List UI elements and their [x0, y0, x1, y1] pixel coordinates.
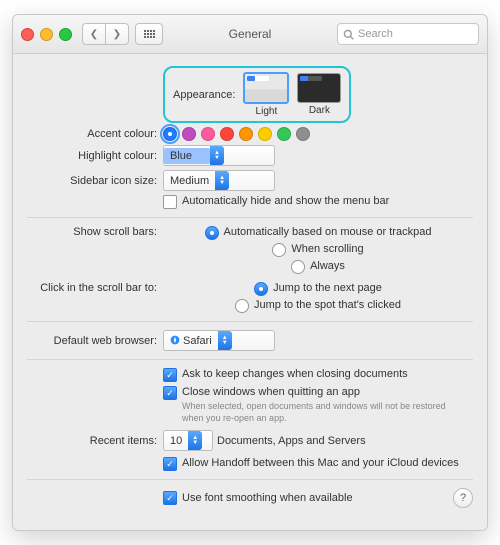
grid-icon	[144, 30, 155, 38]
close-windows-label: Close windows when quitting an app	[182, 386, 462, 398]
appearance-label: Appearance:	[173, 89, 235, 101]
show-all-button[interactable]	[135, 23, 163, 45]
search-input[interactable]: Search	[337, 23, 479, 45]
radio-label: When scrolling	[291, 243, 363, 255]
forward-button[interactable]: ❯	[106, 23, 129, 45]
fontsmoothing-checkbox[interactable]: ✓	[163, 491, 177, 505]
browser-select[interactable]: Safari ▲▼	[163, 330, 275, 351]
zoom-icon[interactable]	[59, 28, 72, 41]
recent-suffix: Documents, Apps and Servers	[217, 435, 366, 447]
accent-swatch[interactable]	[258, 127, 272, 141]
appearance-light[interactable]: Light	[243, 72, 289, 117]
accent-swatches	[163, 127, 310, 141]
appearance-highlight: Appearance: Light Dark	[163, 66, 351, 123]
sidebar-label: Sidebar icon size:	[27, 175, 163, 187]
scrollbars-group: Automatically based on mouse or trackpad…	[163, 226, 473, 274]
chevron-updown-icon: ▲▼	[215, 171, 229, 190]
scrollbars-label: Show scroll bars:	[27, 226, 163, 238]
menubar-label: Automatically hide and show the menu bar	[182, 195, 389, 207]
highlight-select[interactable]: Blue ▲▼	[163, 145, 275, 166]
radio-label: Jump to the spot that's clicked	[254, 299, 401, 311]
recent-value: 10	[164, 435, 188, 447]
radio-label: Jump to the next page	[273, 282, 382, 294]
ask-changes-label: Ask to keep changes when closing documen…	[182, 368, 408, 380]
radio-label: Always	[310, 260, 345, 272]
accent-swatch[interactable]	[201, 127, 215, 141]
back-button[interactable]: ❮	[82, 23, 106, 45]
recent-items-select[interactable]: 10 ▲▼	[163, 430, 213, 451]
search-placeholder: Search	[358, 28, 393, 40]
accent-swatch[interactable]	[182, 127, 196, 141]
minimize-icon[interactable]	[40, 28, 53, 41]
handoff-checkbox[interactable]: ✓	[163, 457, 177, 471]
close-windows-hint: When selected, open documents and window…	[182, 401, 462, 424]
safari-icon	[170, 335, 180, 345]
chevron-updown-icon: ▲▼	[210, 146, 224, 165]
general-prefs-window: ❮ ❯ General Search Appearance: Light	[12, 14, 488, 531]
scrollclick-label: Click in the scroll bar to:	[27, 282, 163, 294]
accent-label: Accent colour:	[27, 128, 163, 140]
titlebar: ❮ ❯ General Search	[13, 15, 487, 54]
sidebar-value: Medium	[164, 175, 215, 187]
close-windows-checkbox[interactable]: ✓	[163, 386, 177, 400]
radio-button[interactable]	[272, 243, 286, 257]
menubar-checkbox[interactable]	[163, 195, 177, 209]
appearance-dark-label: Dark	[309, 105, 330, 116]
handoff-label: Allow Handoff between this Mac and your …	[182, 457, 459, 469]
chevron-updown-icon: ▲▼	[218, 331, 232, 350]
dark-thumb-icon	[297, 73, 341, 103]
accent-swatch[interactable]	[163, 127, 177, 141]
window-controls	[21, 28, 72, 41]
recent-label: Recent items:	[27, 435, 163, 447]
accent-swatch[interactable]	[220, 127, 234, 141]
ask-changes-checkbox[interactable]: ✓	[163, 368, 177, 382]
help-button[interactable]: ?	[453, 488, 473, 508]
accent-swatch[interactable]	[277, 127, 291, 141]
highlight-value: Blue	[164, 148, 210, 164]
fontsmoothing-label: Use font smoothing when available	[182, 492, 353, 504]
radio-button[interactable]	[254, 282, 268, 296]
light-thumb-icon	[243, 72, 289, 104]
browser-label: Default web browser:	[27, 335, 163, 347]
highlight-label: Highlight colour:	[27, 150, 163, 162]
accent-swatch[interactable]	[239, 127, 253, 141]
chevron-updown-icon: ▲▼	[188, 431, 202, 450]
search-icon	[343, 29, 354, 40]
accent-swatch[interactable]	[296, 127, 310, 141]
scrollclick-group: Jump to the next page Jump to the spot th…	[163, 282, 473, 313]
sidebar-size-select[interactable]: Medium ▲▼	[163, 170, 275, 191]
appearance-light-label: Light	[256, 106, 278, 117]
radio-label: Automatically based on mouse or trackpad	[224, 226, 432, 238]
radio-button[interactable]	[291, 260, 305, 274]
radio-button[interactable]	[205, 226, 219, 240]
radio-button[interactable]	[235, 299, 249, 313]
close-icon[interactable]	[21, 28, 34, 41]
appearance-dark[interactable]: Dark	[297, 73, 341, 116]
browser-value: Safari	[164, 335, 218, 347]
